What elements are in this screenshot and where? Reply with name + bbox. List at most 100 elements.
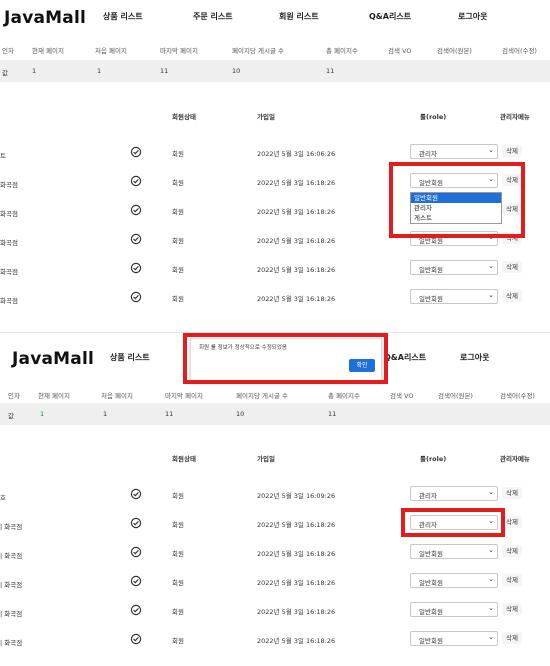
member-name: | 화곡점	[0, 581, 23, 589]
check-circle-icon	[130, 488, 142, 500]
pg-head-current: 현재 페이지	[38, 392, 70, 400]
pg-head-param: 인자	[2, 47, 14, 55]
col-member-status: 회원상태	[172, 113, 196, 121]
member-name: 화곡점	[0, 268, 18, 276]
member-name: 호	[0, 494, 6, 502]
pg-head-keyword-orig: 검색어(원본)	[438, 392, 473, 400]
check-circle-icon	[130, 517, 142, 529]
role-select[interactable]: 일반회원 ⌄	[410, 631, 498, 646]
role-select-value: 일반회원	[419, 579, 443, 587]
pg-head-per-page: 페이지당 게시글 수	[236, 392, 288, 400]
member-row: 화곡점 회원 2022년 5월 3일 16:18:26 일반회원 ⌄ 삭제	[0, 287, 550, 311]
pg-val-current: 1	[32, 67, 37, 75]
col-joined-date: 가입일	[257, 113, 275, 121]
member-name: | 화곡점	[0, 523, 23, 531]
role-select[interactable]: 일반회원 ⌄	[410, 573, 498, 588]
chevron-down-icon: ⌄	[488, 633, 494, 641]
delete-button[interactable]: 삭제	[502, 516, 522, 528]
pg-head-param: 인자	[8, 392, 20, 400]
col-member-status: 회원상태	[172, 455, 196, 463]
delete-button[interactable]: 삭제	[502, 632, 522, 644]
chevron-down-icon: ⌄	[488, 575, 494, 583]
member-joined-date: 2022년 5월 3일 16:09:26	[257, 492, 336, 500]
highlight-box-updated-role	[401, 508, 505, 537]
pg-head-keyword-orig: 검색어(원본)	[437, 47, 472, 55]
pg-head-first: 처음 페이지	[95, 47, 127, 55]
delete-button[interactable]: 삭제	[502, 487, 522, 499]
member-grade: 회원	[172, 637, 184, 645]
nav-product-list[interactable]: 상품 리스트	[110, 352, 150, 363]
col-admin-menu: 관리자메뉴	[500, 455, 530, 463]
nav-qna-list[interactable]: Q&A리스트	[369, 11, 411, 22]
nav-qna-list[interactable]: Q&A리스트	[384, 352, 426, 363]
chevron-down-icon: ⌄	[488, 146, 494, 154]
role-select[interactable]: 일반회원 ⌄	[410, 544, 498, 559]
member-row: | 화곡점 회원 2022년 5월 3일 16:18:26 일반회원 ⌄ 삭제	[0, 571, 550, 595]
pagination-value-row: 값 1 1 11 10 11	[0, 403, 550, 425]
delete-button[interactable]: 삭제	[502, 545, 522, 557]
check-circle-icon	[130, 204, 142, 216]
member-name: 화곡점	[0, 239, 18, 247]
pg-head-last: 마지막 페이지	[165, 392, 203, 400]
delete-button[interactable]: 삭제	[502, 290, 522, 302]
member-row: | 화곡점 회원 2022년 5월 3일 16:18:26 일반회원 ⌄ 삭제	[0, 629, 550, 653]
check-circle-icon	[130, 575, 142, 587]
member-grade: 회원	[172, 295, 184, 303]
col-role: 룰(role)	[420, 113, 447, 121]
pg-val-param: 값	[8, 412, 14, 420]
delete-button[interactable]: 삭제	[502, 603, 522, 615]
member-joined-date: 2022년 5월 3일 16:18:26	[257, 266, 336, 274]
member-row: 화곡점 회원 2022년 5월 3일 16:18:26 일반회원 ⌄ 삭제	[0, 258, 550, 282]
member-row: | 화곡점 회원 2022년 5월 3일 16:18:26 일반회원 ⌄ 삭제	[0, 542, 550, 566]
role-select[interactable]: 관리자 ⌄	[410, 144, 498, 159]
role-select-value: 일반회원	[419, 295, 443, 303]
member-joined-date: 2022년 5월 3일 16:18:26	[257, 295, 336, 303]
check-circle-icon	[130, 291, 142, 303]
role-select-value: 관리자	[419, 150, 437, 158]
delete-button[interactable]: 삭제	[502, 261, 522, 273]
pg-head-keyword-mod: 검색어(수정)	[500, 392, 535, 400]
delete-button[interactable]: 삭제	[502, 574, 522, 586]
pg-val-per-page: 10	[232, 67, 241, 75]
check-circle-icon	[130, 262, 142, 274]
role-select[interactable]: 일반회원 ⌄	[410, 260, 498, 275]
pg-val-last: 11	[165, 410, 174, 418]
member-row: | 화곡점 회원 2022년 5월 3일 16:18:26 일반회원 ⌄ 삭제	[0, 600, 550, 624]
chevron-down-icon: ⌄	[488, 604, 494, 612]
role-select[interactable]: 관리자 ⌄	[410, 486, 498, 501]
logo[interactable]: JavaMall	[12, 349, 94, 369]
member-name: | 화곡점	[0, 639, 23, 647]
role-select[interactable]: 일반회원 ⌄	[410, 602, 498, 617]
member-joined-date: 2022년 5월 3일 16:18:26	[257, 237, 336, 245]
col-role: 룰(role)	[420, 455, 447, 463]
check-circle-icon	[130, 604, 142, 616]
role-select[interactable]: 일반회원 ⌄	[410, 289, 498, 304]
nav-logout[interactable]: 로그아웃	[458, 11, 487, 22]
member-grade: 회원	[172, 492, 184, 500]
highlight-box-dropdown	[389, 162, 525, 238]
member-grade: 회원	[172, 550, 184, 558]
check-circle-icon	[130, 175, 142, 187]
nav-member-list[interactable]: 회원 리스트	[279, 11, 319, 22]
member-grade: 회원	[172, 579, 184, 587]
nav-product-list[interactable]: 상품 리스트	[103, 11, 143, 22]
nav-logout[interactable]: 로그아웃	[460, 352, 489, 363]
highlight-box-alert	[183, 333, 388, 384]
nav-order-list[interactable]: 주문 리스트	[193, 11, 233, 22]
role-select-value: 일반회원	[419, 608, 443, 616]
member-joined-date: 2022년 5월 3일 16:18:26	[257, 208, 336, 216]
pg-head-keyword-mod: 검색어(수정)	[502, 47, 537, 55]
pg-val-first: 1	[103, 410, 108, 418]
col-joined-date: 가입일	[257, 455, 275, 463]
member-name: 화곡점	[0, 210, 18, 218]
logo[interactable]: JavaMall	[4, 8, 86, 28]
chevron-down-icon: ⌄	[488, 546, 494, 554]
pagination-header-row: 인자 현재 페이지 처음 페이지 마지막 페이지 페이지당 게시글 수 총 페이…	[0, 385, 550, 403]
role-select-value: 일반회원	[419, 637, 443, 645]
pg-val-param: 값	[2, 69, 8, 77]
pg-head-search-vo: 검색 VO	[390, 392, 414, 400]
delete-button[interactable]: 삭제	[502, 145, 522, 157]
pg-val-first: 1	[97, 67, 102, 75]
check-circle-icon	[130, 146, 142, 158]
member-row: 호 회원 2022년 5월 3일 16:09:26 관리자 ⌄ 삭제	[0, 484, 550, 508]
